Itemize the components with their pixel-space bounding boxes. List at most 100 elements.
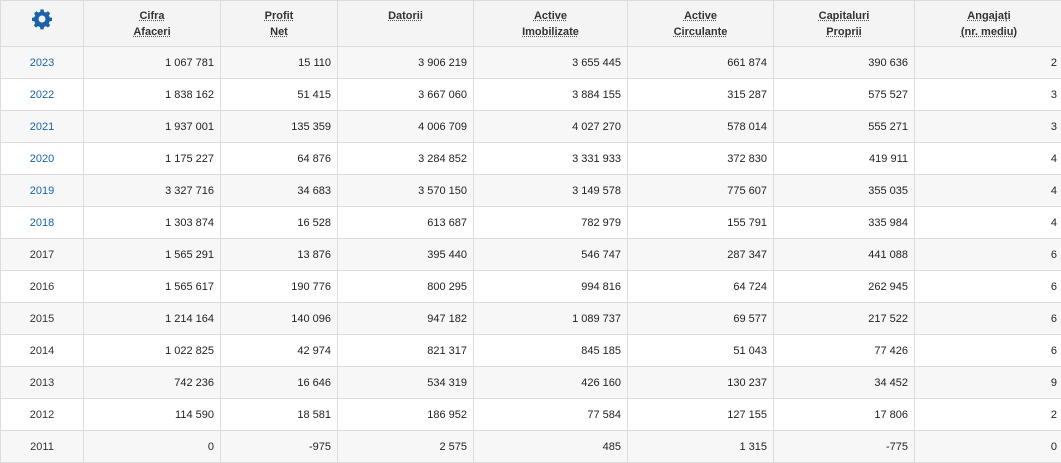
active-imobilizate-cell: 994 816: [474, 271, 628, 303]
profit-net-cell: 190 776: [221, 271, 338, 303]
profit-net-cell: 16 646: [221, 367, 338, 399]
angajati-cell: 6: [915, 239, 1061, 271]
capitaluri-proprii-cell: 419 911: [774, 143, 915, 175]
table-row: 20201 175 22764 8763 284 8523 331 933372…: [1, 143, 1061, 175]
active-circulante-cell: 578 014: [628, 111, 774, 143]
active-circulante-cell: 69 577: [628, 303, 774, 335]
active-imobilizate-cell: 3 655 445: [474, 47, 628, 79]
table-row: 20151 214 164140 096947 1821 089 73769 5…: [1, 303, 1061, 335]
capitaluri-proprii-cell: 17 806: [774, 399, 915, 431]
year-cell: 2020: [1, 143, 84, 175]
capitaluri-proprii-cell: 555 271: [774, 111, 915, 143]
column-header-active-imobilizate[interactable]: Active Imobilizate: [474, 1, 628, 47]
profit-net-cell: 51 415: [221, 79, 338, 111]
active-imobilizate-cell: 426 160: [474, 367, 628, 399]
profit-net-cell: 135 359: [221, 111, 338, 143]
column-header-datorii[interactable]: Datorii: [338, 1, 474, 47]
year-link[interactable]: 2020: [30, 153, 54, 165]
column-header-label[interactable]: Capitaluri Proprii: [819, 8, 870, 40]
column-header-label[interactable]: Datorii: [388, 8, 423, 24]
active-imobilizate-cell: 3 884 155: [474, 79, 628, 111]
angajati-cell: 4: [915, 175, 1061, 207]
settings-header-cell: [1, 1, 84, 47]
capitaluri-proprii-cell: 335 984: [774, 207, 915, 239]
angajati-cell: 4: [915, 207, 1061, 239]
year-cell: 2017: [1, 239, 84, 271]
column-header-label[interactable]: Profit Net: [265, 8, 294, 40]
table-body: 20231 067 78115 1103 906 2193 655 445661…: [1, 47, 1061, 463]
year-link[interactable]: 2021: [30, 121, 54, 133]
column-header-active-circulante[interactable]: Active Circulante: [628, 1, 774, 47]
table-row: 20211 937 001135 3594 006 7094 027 27057…: [1, 111, 1061, 143]
column-header-cifra-afaceri[interactable]: Cifra Afaceri: [84, 1, 221, 47]
column-header-label[interactable]: Active Circulante: [674, 8, 728, 40]
capitaluri-proprii-cell: 34 452: [774, 367, 915, 399]
table-row: 20181 303 87416 528613 687782 979155 791…: [1, 207, 1061, 239]
year-label: 2013: [30, 377, 54, 389]
profit-net-cell: 42 974: [221, 335, 338, 367]
gear-icon[interactable]: [31, 8, 53, 30]
cifra-afaceri-cell: 0: [84, 431, 221, 463]
capitaluri-proprii-cell: 441 088: [774, 239, 915, 271]
cifra-afaceri-cell: 1 022 825: [84, 335, 221, 367]
year-cell: 2012: [1, 399, 84, 431]
table-row: 2012114 59018 581186 95277 584127 15517 …: [1, 399, 1061, 431]
active-circulante-cell: 51 043: [628, 335, 774, 367]
year-cell: 2015: [1, 303, 84, 335]
datorii-cell: 3 284 852: [338, 143, 474, 175]
active-imobilizate-cell: 485: [474, 431, 628, 463]
datorii-cell: 4 006 709: [338, 111, 474, 143]
profit-net-cell: 13 876: [221, 239, 338, 271]
angajati-cell: 9: [915, 367, 1061, 399]
active-circulante-cell: 775 607: [628, 175, 774, 207]
year-label: 2016: [30, 281, 54, 293]
year-label: 2017: [30, 249, 54, 261]
datorii-cell: 947 182: [338, 303, 474, 335]
header-row: Cifra Afaceri Profit Net Datorii Active: [1, 1, 1061, 47]
year-cell: 2023: [1, 47, 84, 79]
year-cell: 2018: [1, 207, 84, 239]
year-label: 2011: [30, 441, 54, 453]
year-link[interactable]: 2023: [30, 57, 54, 69]
capitaluri-proprii-cell: 77 426: [774, 335, 915, 367]
column-header-label[interactable]: Angajați (nr. mediu): [961, 8, 1017, 40]
datorii-cell: 821 317: [338, 335, 474, 367]
active-imobilizate-cell: 1 089 737: [474, 303, 628, 335]
active-circulante-cell: 155 791: [628, 207, 774, 239]
year-link[interactable]: 2019: [30, 185, 54, 197]
cifra-afaceri-cell: 114 590: [84, 399, 221, 431]
cifra-afaceri-cell: 1 937 001: [84, 111, 221, 143]
year-label: 2014: [30, 345, 54, 357]
column-header-capitaluri-proprii[interactable]: Capitaluri Proprii: [774, 1, 915, 47]
datorii-cell: 186 952: [338, 399, 474, 431]
cifra-afaceri-cell: 742 236: [84, 367, 221, 399]
table-row: 20231 067 78115 1103 906 2193 655 445661…: [1, 47, 1061, 79]
column-header-label[interactable]: Cifra Afaceri: [133, 8, 170, 40]
capitaluri-proprii-cell: 575 527: [774, 79, 915, 111]
year-cell: 2013: [1, 367, 84, 399]
column-header-angajati[interactable]: Angajați (nr. mediu): [915, 1, 1061, 47]
financial-table: Cifra Afaceri Profit Net Datorii Active: [0, 0, 1061, 463]
column-header-label[interactable]: Active Imobilizate: [522, 8, 579, 40]
year-link[interactable]: 2018: [30, 217, 54, 229]
profit-net-cell: 140 096: [221, 303, 338, 335]
active-circulante-cell: 130 237: [628, 367, 774, 399]
datorii-cell: 800 295: [338, 271, 474, 303]
table-row: 20141 022 82542 974821 317845 18551 0437…: [1, 335, 1061, 367]
year-cell: 2022: [1, 79, 84, 111]
capitaluri-proprii-cell: 390 636: [774, 47, 915, 79]
angajati-cell: 0: [915, 431, 1061, 463]
active-circulante-cell: 1 315: [628, 431, 774, 463]
capitaluri-proprii-cell: 355 035: [774, 175, 915, 207]
angajati-cell: 2: [915, 399, 1061, 431]
angajati-cell: 3: [915, 79, 1061, 111]
table-header: Cifra Afaceri Profit Net Datorii Active: [1, 1, 1061, 47]
datorii-cell: 3 570 150: [338, 175, 474, 207]
capitaluri-proprii-cell: 262 945: [774, 271, 915, 303]
cifra-afaceri-cell: 1 838 162: [84, 79, 221, 111]
datorii-cell: 2 575: [338, 431, 474, 463]
year-link[interactable]: 2022: [30, 89, 54, 101]
active-imobilizate-cell: 77 584: [474, 399, 628, 431]
column-header-profit-net[interactable]: Profit Net: [221, 1, 338, 47]
table-row: 20110-9752 5754851 315-7750: [1, 431, 1061, 463]
